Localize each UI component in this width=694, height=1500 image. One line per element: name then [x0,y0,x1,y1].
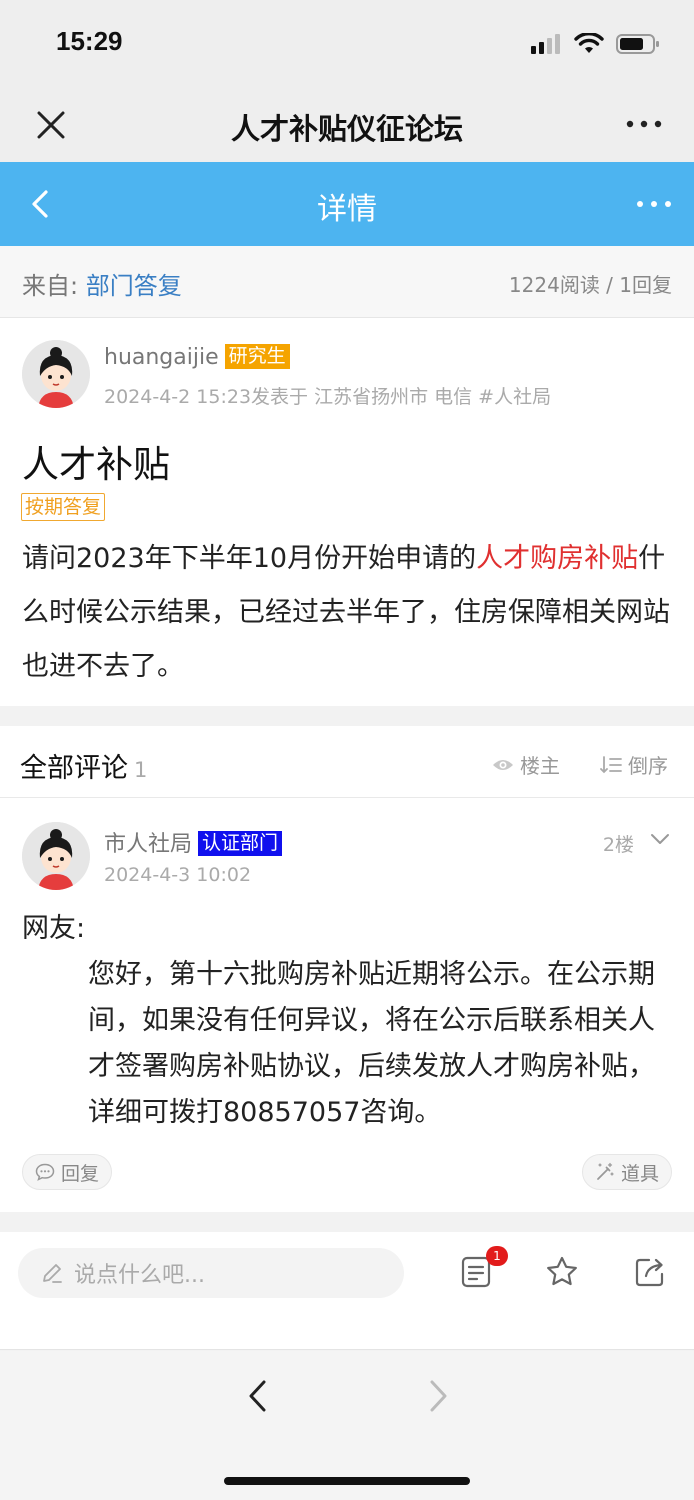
browser-back-icon[interactable] [244,1379,272,1413]
comments-count: 1 [134,758,148,782]
wifi-icon [574,33,604,53]
avatar[interactable] [22,340,90,408]
cellular-signal-icon [531,34,560,54]
source-bar: 来自: 部门答复 1224阅读 / 1回复 [0,246,694,318]
main-post: huangaijie 研究生 2024-4-2 15:23发表于 江苏省扬州市 电… [0,318,694,706]
comments-title-text: 全部评论 [20,753,128,784]
comment-body: 网友: 您好，第十六批购房补贴近期将公示。在公示期间，如果没有任何异议，将在公示… [22,906,672,1136]
props-label: 道具 [620,1162,659,1185]
cartoon-avatar-icon [22,822,90,890]
post-meta: 2024-4-2 15:23发表于 江苏省扬州市 电信 #人社局 [104,386,552,408]
source-prefix: 来自: [22,272,86,300]
post-author-name[interactable]: huangaijie [104,345,219,370]
nav-bar: 详情 [0,162,694,246]
post-body: 请问2023年下半年10月份开始申请的人才购房补贴什么时候公示结果，已经过去半年… [22,532,672,694]
chat-bubble-icon [35,1163,55,1181]
reply-button[interactable]: 回复 [22,1154,113,1190]
props-button[interactable]: 道具 [581,1154,672,1190]
app-bar: 人才补贴仪征论坛 [0,88,694,162]
avatar[interactable] [22,822,90,890]
source-label: 来自: 部门答复 [22,266,182,301]
reply-status-tag: 按期答复 [21,493,106,521]
source-department-link[interactable]: 部门答复 [86,272,182,300]
status-bar: 15:29 [0,0,694,88]
pencil-icon [43,1264,62,1283]
magic-wand-icon [597,1162,614,1180]
page: 15:29 人才补贴仪征论坛 详情 来自: 部门答复 1224阅读 / 1回复 … [0,0,694,1500]
reply-label: 回复 [61,1162,100,1185]
unread-badge: 1 [486,1246,508,1266]
sort-label: 倒序 [628,754,668,778]
read-reply-stats: 1224阅读 / 1回复 [508,273,672,297]
comment-input-placeholder: 说点什么吧... [74,1263,205,1288]
eye-icon [493,759,513,770]
more-options-icon[interactable] [636,192,672,216]
home-indicator[interactable] [224,1477,470,1485]
comment-author-name[interactable]: 市人社局 [104,832,192,857]
share-icon[interactable] [632,1254,668,1290]
comment-time: 2024-4-3 10:02 [104,864,252,886]
verified-dept-badge: 认证部门 [198,831,283,856]
status-time: 15:29 [56,26,123,56]
floor-number: 2楼 [602,834,634,856]
post-author[interactable]: huangaijie 研究生 [104,344,290,370]
author-badge: 研究生 [224,344,290,369]
star-icon[interactable] [544,1254,580,1290]
chevron-down-icon[interactable] [650,832,670,846]
comments-title: 全部评论 1 [20,746,147,785]
sort-icon [600,755,622,773]
sort-order-toggle[interactable]: 倒序 [600,750,668,779]
comment-text: 您好，第十六批购房补贴近期将公示。在公示期间，如果没有任何异议，将在公示后联系相… [88,959,655,1128]
compose-bar: 说点什么吧... 1 [0,1232,694,1350]
app-title: 人才补贴仪征论坛 [230,112,463,146]
browser-forward-icon[interactable] [424,1379,452,1413]
post-body-text: 请问2023年下半年10月份开始申请的 [22,543,477,574]
owner-only-filter[interactable]: 楼主 [492,750,560,779]
owner-only-label: 楼主 [520,754,560,778]
comment-input[interactable]: 说点什么吧... [18,1248,404,1298]
comment-author[interactable]: 市人社局 认证部门 [104,826,283,858]
page-title: 详情 [317,192,377,227]
comment-item: 市人社局 认证部门 2024-4-3 10:02 2楼 网友: 您好，第十六批购房… [0,798,694,1212]
cartoon-avatar-icon [22,340,90,408]
browser-toolbar [0,1351,694,1500]
more-options-icon[interactable] [626,112,662,136]
battery-icon [616,34,659,54]
post-title: 人才补贴 [22,443,170,486]
post-body-highlight: 人才购房补贴 [476,543,639,574]
comment-greeting: 网友: [22,913,86,944]
status-icons [530,30,660,58]
comments-header: 全部评论 1 楼主 倒序 [0,726,694,798]
